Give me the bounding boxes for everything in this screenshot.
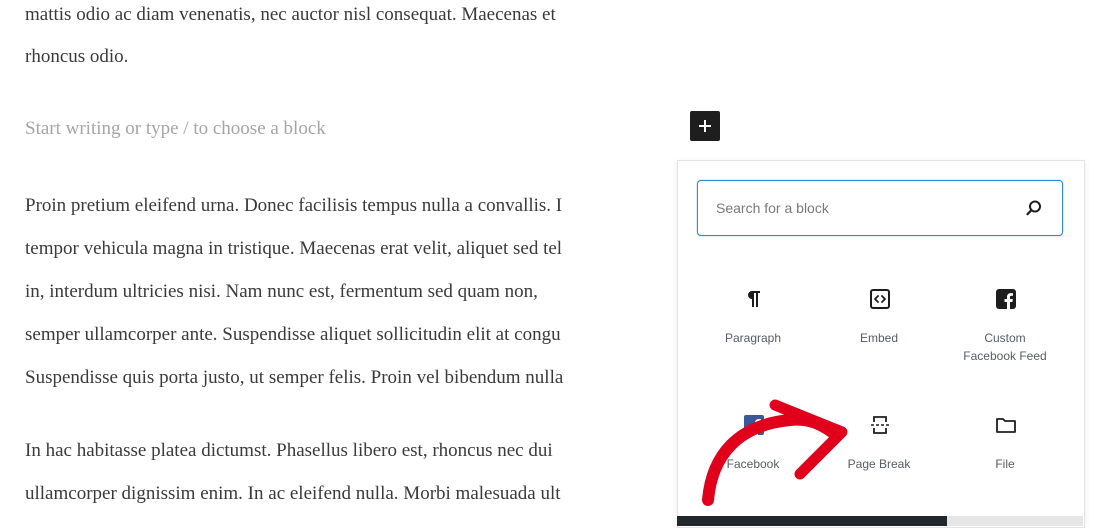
paragraph-line: Proin pretium eleifend urna. Donec facil… <box>25 195 563 216</box>
block-placeholder[interactable]: Start writing or type / to choose a bloc… <box>25 118 326 140</box>
block-label: Facebook <box>726 457 780 471</box>
paragraph-line: tempor vehicula magna in tristique. Maec… <box>25 238 563 259</box>
plus-icon <box>699 120 711 132</box>
block-label: File <box>995 457 1015 471</box>
block-inserter-popover: Paragraph Embed Custom Facebook Feed Fac… <box>677 160 1085 528</box>
block-facebook[interactable]: Facebook <box>688 413 818 523</box>
search-icon <box>1026 200 1041 216</box>
block-label: Embed <box>859 331 899 345</box>
paragraph-line: ullamcorper dignissim enim. In ac eleife… <box>25 483 561 504</box>
paragraph-line: semper ullamcorper ante. Suspendisse ali… <box>25 324 561 345</box>
block-paragraph[interactable]: Paragraph <box>688 287 818 397</box>
block-custom-facebook-feed[interactable]: Custom Facebook Feed <box>940 287 1070 397</box>
block-label: Custom Facebook Feed <box>963 331 1047 363</box>
block-page-break[interactable]: Page Break <box>814 413 944 523</box>
paragraph-icon <box>748 291 760 307</box>
block-label: Paragraph <box>724 331 782 345</box>
paragraph-line: rhoncus odio. <box>25 46 129 67</box>
bottom-toolbar <box>677 516 1083 526</box>
block-file[interactable]: File <box>940 413 1070 523</box>
folder-icon <box>996 418 1016 433</box>
block-label: Page Break <box>847 457 911 471</box>
add-block-button[interactable] <box>690 111 720 141</box>
toolbar-segment <box>947 516 1083 526</box>
paragraph-line: mattis odio ac diam venenatis, nec aucto… <box>25 4 556 25</box>
search-input[interactable] <box>716 181 1016 234</box>
search-field[interactable] <box>697 180 1063 236</box>
page-break-icon <box>871 416 889 434</box>
embed-icon <box>870 289 890 309</box>
paragraph-line: In hac habitasse platea dictumst. Phasel… <box>25 440 553 461</box>
facebook-icon <box>996 289 1016 309</box>
paragraph-line: in, interdum ultricies nisi. Nam nunc es… <box>25 281 538 302</box>
facebook-icon <box>744 415 764 435</box>
block-embed[interactable]: Embed <box>814 287 944 397</box>
paragraph-line: Suspendisse quis porta justo, ut semper … <box>25 367 564 388</box>
